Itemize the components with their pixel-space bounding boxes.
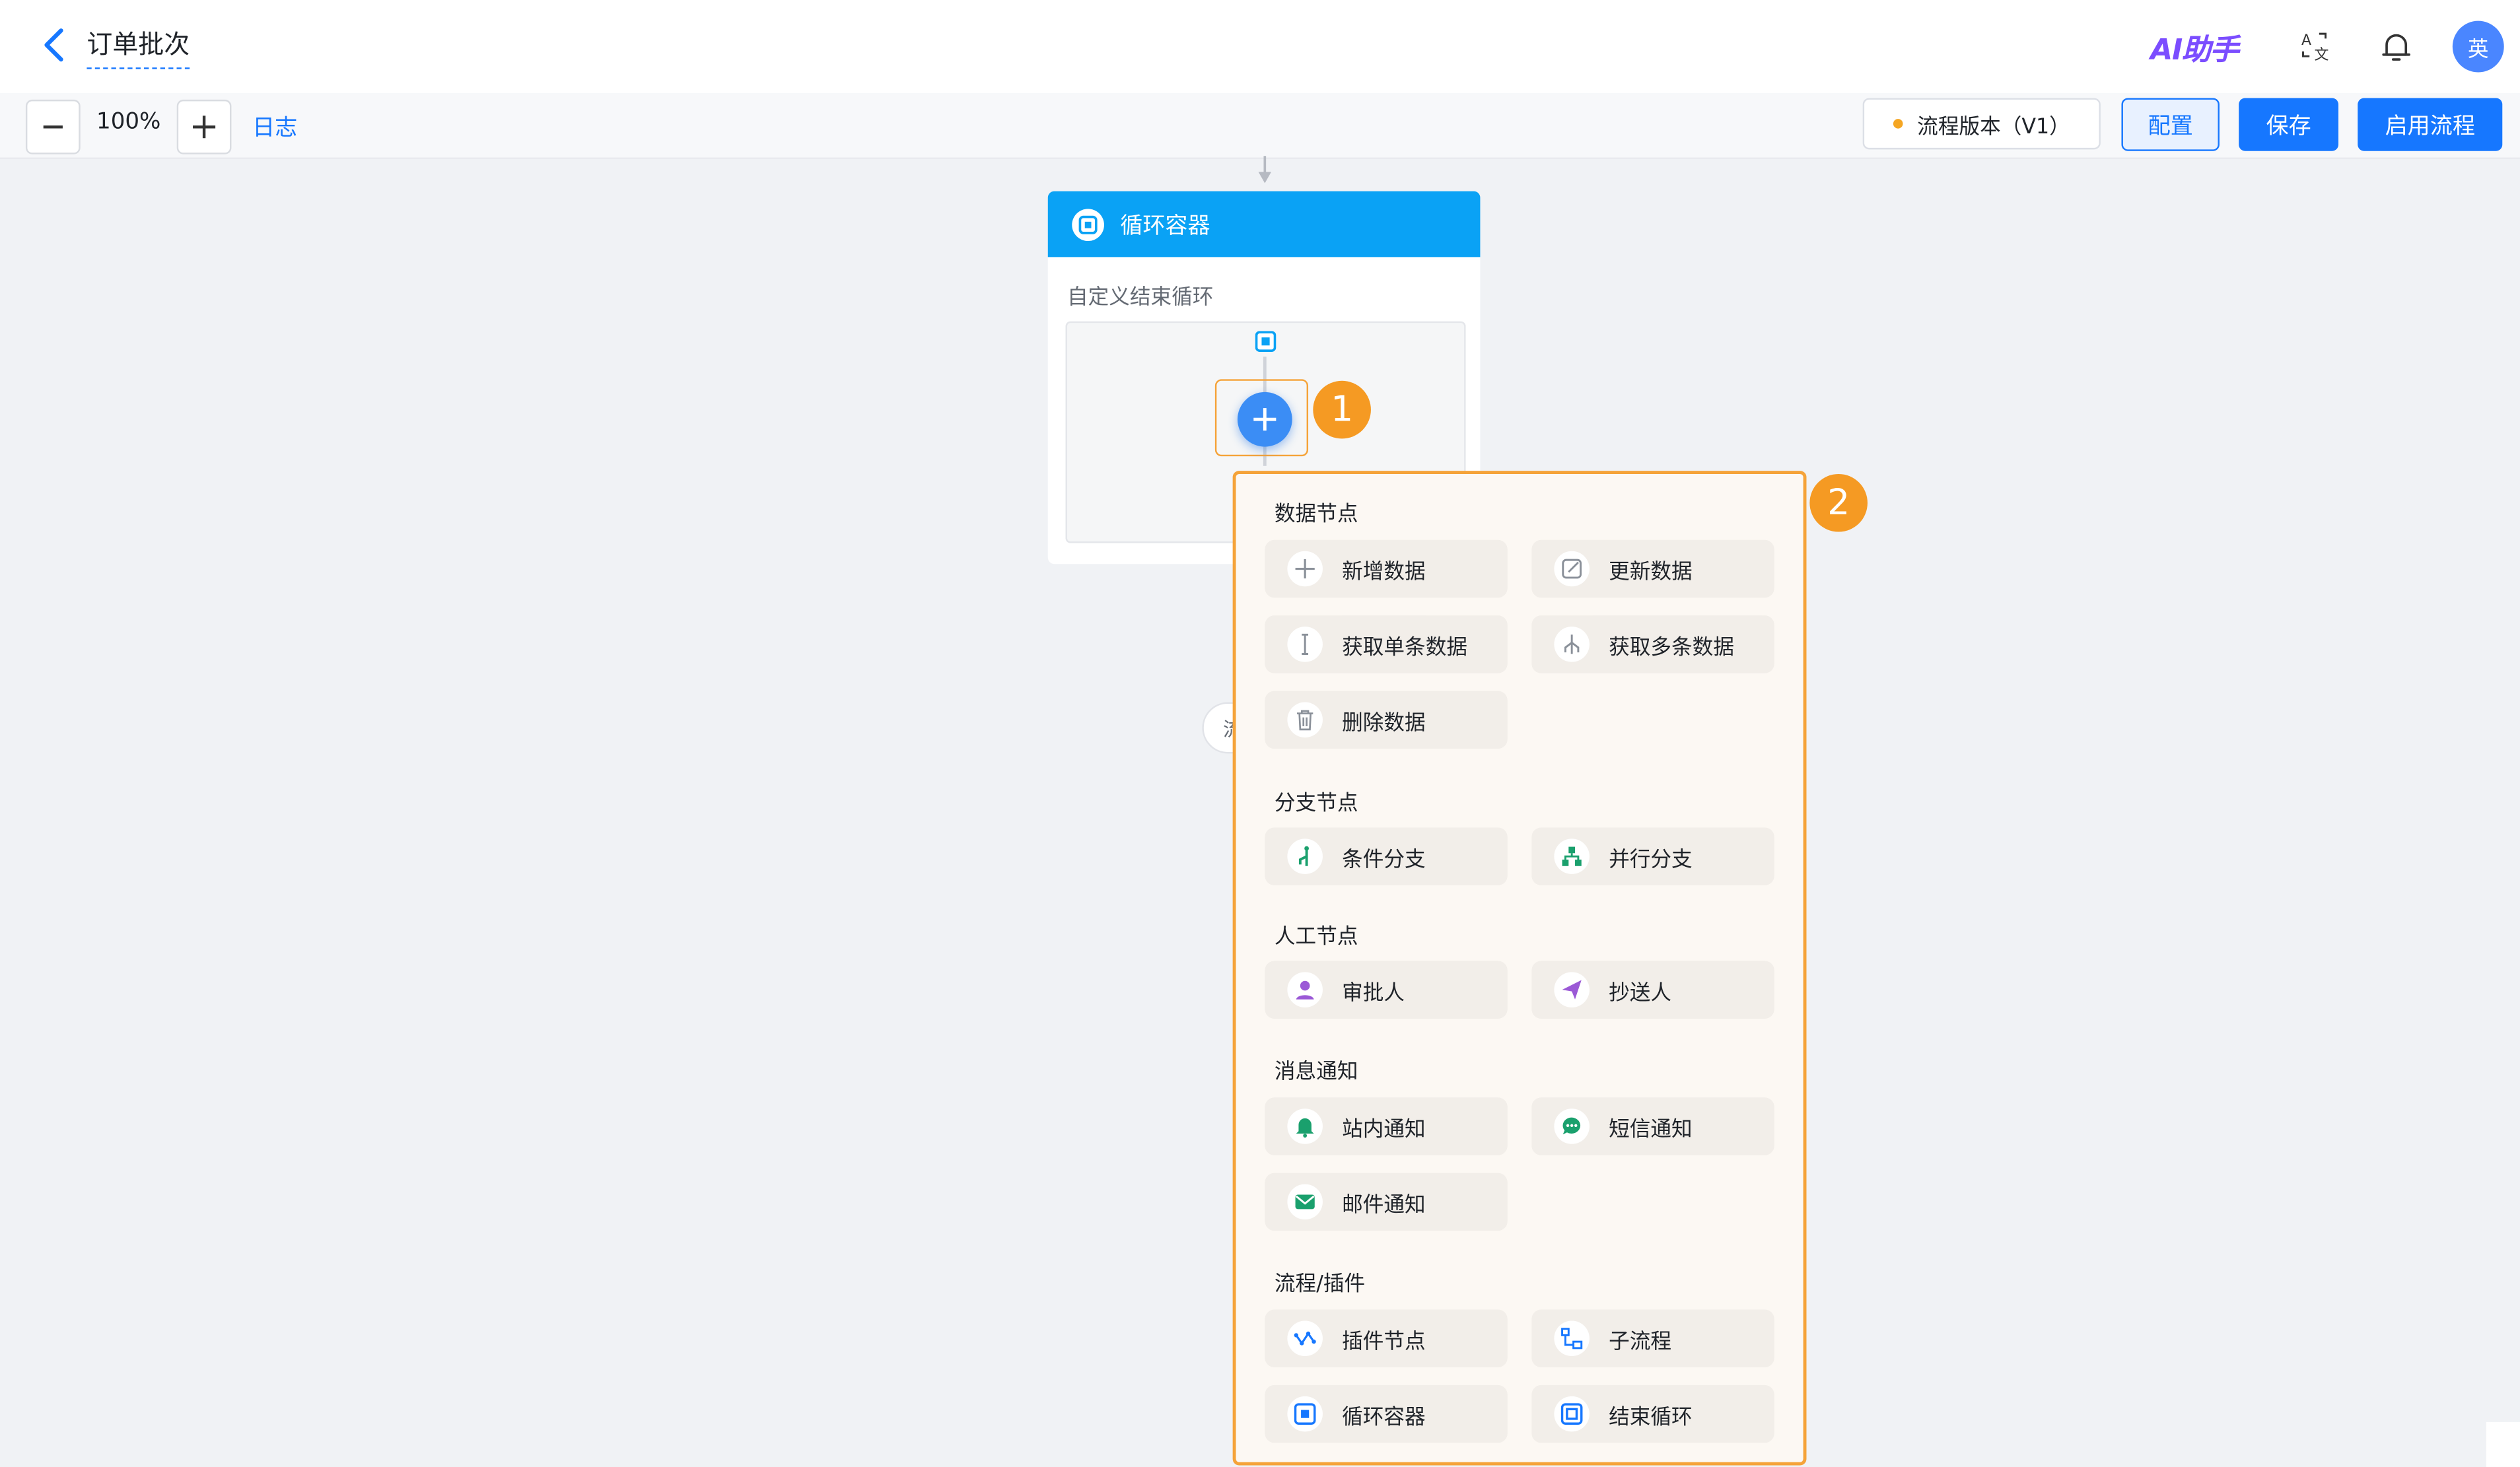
loop-start-icon — [1255, 331, 1277, 352]
menu-item-sms-notice[interactable]: 短信通知 — [1531, 1097, 1774, 1155]
menu-item-get-single-data[interactable]: 获取单条数据 — [1265, 615, 1508, 673]
svg-text:文: 文 — [2315, 47, 2329, 63]
add-node-button[interactable] — [1237, 392, 1292, 447]
menu-item-label: 审批人 — [1342, 980, 1405, 1006]
plus-icon — [1253, 408, 1277, 431]
section-title: 分支节点 — [1274, 792, 1358, 817]
menu-item-parallel-branch[interactable]: 并行分支 — [1531, 827, 1774, 885]
enable-flow-button[interactable]: 启用流程 — [2358, 98, 2503, 151]
menu-item-delete-data[interactable]: 删除数据 — [1265, 691, 1508, 749]
plus-icon — [193, 116, 216, 139]
section-title: 消息通知 — [1274, 1060, 1358, 1085]
step-badge-1: 1 — [1313, 380, 1371, 439]
plugin-icon — [1287, 1320, 1323, 1357]
loop-container-subtitle: 自定义结束循环 — [1067, 286, 1214, 310]
version-label: 流程版本（V1） — [1917, 115, 2070, 139]
section-title: 流程/插件 — [1274, 1272, 1366, 1297]
loop-container-header[interactable]: 循环容器 — [1047, 191, 1481, 257]
menu-item-label: 获取单条数据 — [1342, 635, 1468, 660]
loop-container-icon — [1072, 208, 1104, 240]
menu-item-in-app-notice[interactable]: 站内通知 — [1265, 1097, 1508, 1155]
chat-icon — [1554, 1109, 1590, 1144]
canvas-corner — [2486, 1421, 2520, 1467]
zoom-level: 100% — [96, 109, 161, 135]
condition-branch-icon — [1287, 838, 1323, 874]
end-loop-icon — [1554, 1396, 1590, 1432]
editor-toolbar: 100% 日志 流程版本（V1） 配置 保存 启用流程 — [0, 93, 2520, 159]
menu-item-label: 更新数据 — [1609, 560, 1693, 584]
subflow-icon — [1554, 1320, 1590, 1357]
minus-icon — [43, 125, 63, 129]
menu-item-label: 子流程 — [1609, 1329, 1672, 1354]
edit-icon — [1554, 551, 1590, 587]
plus-icon — [1287, 551, 1323, 587]
menu-item-label: 插件节点 — [1342, 1329, 1426, 1354]
version-selector[interactable]: 流程版本（V1） — [1862, 98, 2101, 150]
ai-assistant-button[interactable]: AI助手 — [2150, 27, 2239, 69]
menu-item-label: 条件分支 — [1342, 847, 1426, 872]
menu-item-label: 新增数据 — [1342, 560, 1426, 584]
zoom-in-button[interactable] — [176, 99, 232, 154]
log-link[interactable]: 日志 — [252, 111, 297, 143]
menu-item-label: 获取多条数据 — [1609, 635, 1735, 660]
bell-icon — [1287, 1109, 1323, 1144]
page-title[interactable]: 订单批次 — [87, 22, 190, 69]
menu-item-plugin-node[interactable]: 插件节点 — [1265, 1309, 1508, 1368]
workflow-editor: 订单批次 AI助手 A 文 英 100% 日志 流程版本（V1） 配置 保存 启… — [0, 0, 2520, 1467]
parallel-branch-icon — [1554, 838, 1590, 874]
svg-text:A: A — [2301, 32, 2311, 49]
save-button[interactable]: 保存 — [2239, 98, 2339, 151]
translate-icon[interactable]: A 文 — [2298, 29, 2334, 65]
connector-arrow-icon — [1258, 156, 1272, 184]
send-icon — [1554, 972, 1590, 1007]
section-title: 人工节点 — [1274, 925, 1358, 950]
back-arrow-icon[interactable] — [38, 26, 71, 64]
loop-container-title: 循环容器 — [1120, 213, 1210, 239]
loop-container-icon — [1287, 1396, 1323, 1432]
menu-item-update-data[interactable]: 更新数据 — [1531, 539, 1774, 598]
menu-item-end-loop[interactable]: 结束循环 — [1531, 1384, 1774, 1443]
add-node-menu: 数据节点 新增数据 更新数据 获取单条数据 获取多条数据 删除数据 分支节点 条… — [1232, 471, 1807, 1466]
version-status-dot — [1893, 119, 1903, 129]
user-avatar[interactable]: 英 — [2452, 20, 2504, 73]
multi-branch-icon — [1554, 627, 1590, 662]
menu-item-subflow[interactable]: 子流程 — [1531, 1309, 1774, 1368]
menu-item-loop-container[interactable]: 循环容器 — [1265, 1384, 1508, 1443]
single-line-icon — [1287, 627, 1323, 662]
menu-item-label: 结束循环 — [1609, 1405, 1693, 1429]
menu-item-email-notice[interactable]: 邮件通知 — [1265, 1173, 1508, 1231]
zoom-out-button[interactable] — [25, 99, 81, 154]
config-button[interactable]: 配置 — [2121, 98, 2220, 151]
trash-icon — [1287, 702, 1323, 738]
section-title: 数据节点 — [1274, 502, 1358, 528]
menu-item-label: 抄送人 — [1609, 980, 1672, 1006]
menu-item-label: 并行分支 — [1609, 847, 1693, 872]
menu-item-add-data[interactable]: 新增数据 — [1265, 539, 1508, 598]
menu-item-label: 短信通知 — [1609, 1117, 1693, 1142]
menu-item-label: 删除数据 — [1342, 710, 1426, 735]
menu-item-approver[interactable]: 审批人 — [1265, 961, 1508, 1019]
menu-item-label: 邮件通知 — [1342, 1193, 1426, 1217]
user-icon — [1287, 972, 1323, 1007]
notification-bell-icon[interactable] — [2379, 29, 2414, 65]
menu-item-condition-branch[interactable]: 条件分支 — [1265, 827, 1508, 885]
menu-item-cc[interactable]: 抄送人 — [1531, 961, 1774, 1019]
mail-icon — [1287, 1184, 1323, 1220]
top-header: 订单批次 AI助手 A 文 英 — [0, 0, 2520, 94]
menu-item-label: 循环容器 — [1342, 1405, 1426, 1429]
menu-item-get-multi-data[interactable]: 获取多条数据 — [1531, 615, 1774, 673]
step-badge-2: 2 — [1809, 473, 1868, 532]
menu-item-label: 站内通知 — [1342, 1117, 1426, 1142]
